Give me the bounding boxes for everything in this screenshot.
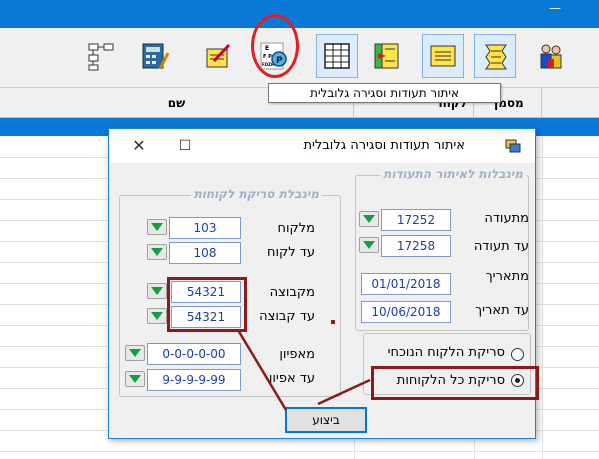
search-documents-dialog: ✕ ☐ איתור תעודות וסגירה גלובלית מיגבלות … [108,128,539,439]
spreadsheet-button[interactable] [316,34,358,78]
calculator-button[interactable] [134,34,176,78]
from-document-field[interactable]: 17252 [381,209,451,231]
from-attribute-dropdown[interactable] [125,345,145,361]
hierarchy-button[interactable] [80,34,122,78]
zigzag-form-icon [485,44,507,70]
from-group-label: מקבוצה [269,285,315,300]
to-document-dropdown[interactable] [359,237,379,253]
to-customer-dropdown[interactable] [147,244,167,260]
to-customer-label: עד לקוח [266,245,315,260]
from-attribute-field[interactable]: 0-0-0-0-00 [147,343,241,365]
calculator-icon [142,43,170,70]
toolbar-overflow-fragment [578,50,599,80]
to-customer-field[interactable]: 108 [169,242,241,264]
to-attribute-field[interactable]: 9-9-9-9-99 [147,369,241,391]
scan-current-customer-radio[interactable] [511,348,524,361]
to-date-field[interactable]: 10/06/2018 [361,301,451,323]
to-attribute-dropdown[interactable] [125,371,145,387]
zigzag-form-button[interactable] [474,34,516,78]
to-document-field[interactable]: 17258 [381,235,451,257]
yellow-form-button[interactable] [422,34,464,78]
spreadsheet-icon [324,43,350,69]
from-group-dropdown[interactable] [147,283,167,299]
annotation-dot [331,320,335,324]
run-button[interactable]: ביצוע [285,407,367,433]
from-document-label: מתעודה [484,211,529,226]
from-date-field[interactable]: 01/01/2018 [361,273,451,295]
from-customer-label: מלקוח [277,221,315,236]
document-arrow-icon [374,43,399,69]
hierarchy-icon [88,43,114,71]
invoice-icon [206,43,231,68]
from-attribute-label: מאפיון [279,347,315,362]
column-header-extra[interactable] [542,88,599,118]
main-titlebar [0,0,599,28]
grid-column-line [542,136,543,459]
users-button[interactable] [530,34,572,78]
to-date-label: עד תאריך [475,303,529,318]
to-attribute-label: עד אפיון [268,371,315,386]
users-icon [540,44,562,69]
yellow-form-icon [430,45,456,67]
toolbar: E F P FDZR P [0,28,599,88]
from-document-dropdown[interactable] [359,211,379,227]
dialog-title: איתור תעודות וסגירה גלובלית [303,138,465,153]
app-window-icon [505,139,521,153]
scan-current-customer-label: סריקת הלקוח הנוכחי [387,345,505,360]
to-group-dropdown[interactable] [147,308,167,324]
group-fields-highlight-annotation [167,277,247,332]
document-limits-title: מיגבלות לאיתור התעודות [380,167,526,181]
to-document-label: עד תעודה [473,239,529,254]
from-customer-field[interactable]: 103 [169,217,241,239]
from-date-label: מתאריך [485,269,529,284]
grid-line [0,451,599,452]
highlight-circle-annotation [251,14,299,78]
customer-limits-title: מיגבלת סריקת לקוחות [190,187,322,201]
invoice-button[interactable] [196,34,238,78]
to-group-label: עד קבוצה [259,309,315,324]
from-customer-dropdown[interactable] [147,219,167,235]
toolbar-tooltip: איתור תעודות וסגירה גלובלית [268,83,501,103]
minimize-button[interactable]: — [548,2,562,18]
scan-all-highlight-annotation [371,366,539,400]
dialog-maximize-button[interactable]: ☐ [165,129,205,163]
dialog-close-button[interactable]: ✕ [119,129,159,163]
document-arrow-button[interactable] [366,34,408,78]
